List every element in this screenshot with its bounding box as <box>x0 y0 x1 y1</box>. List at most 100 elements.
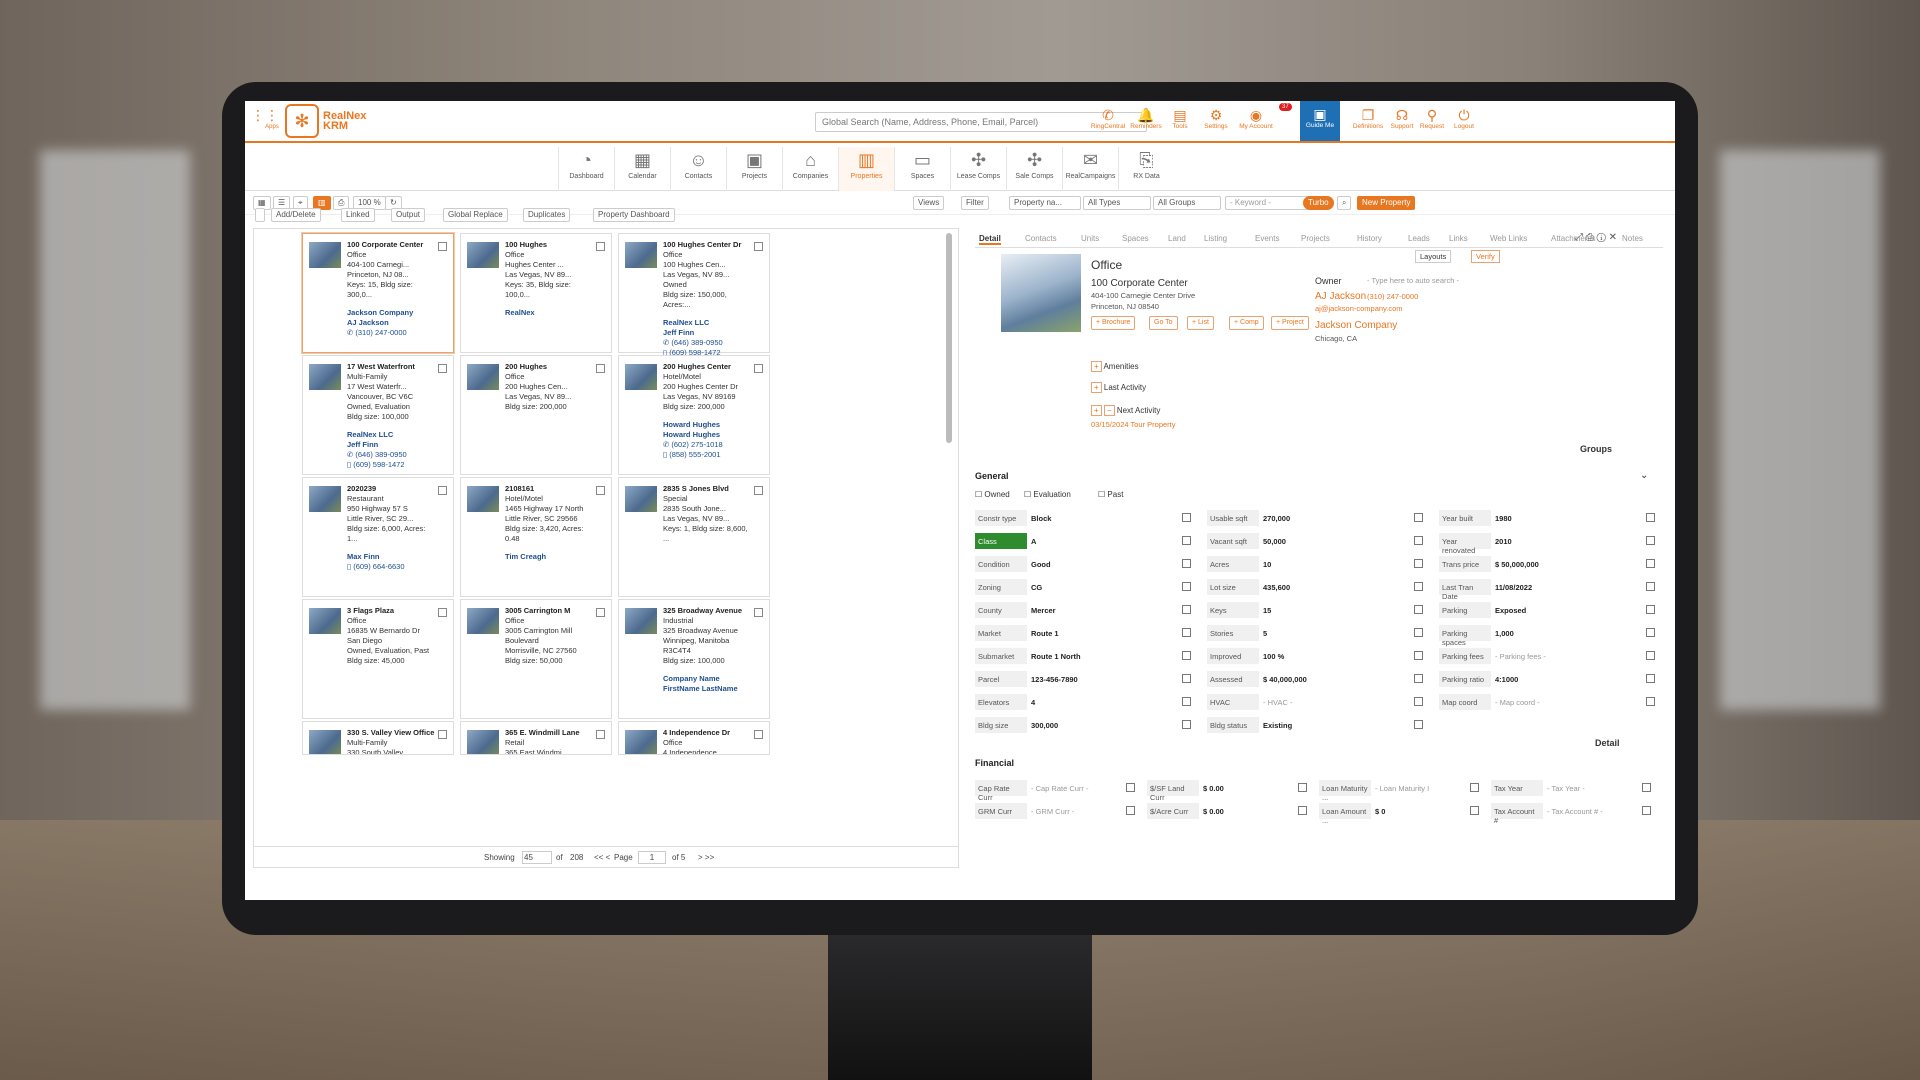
field-picker-icon[interactable] <box>1182 697 1191 706</box>
page-number-input[interactable]: 1 <box>638 851 666 864</box>
module-calendar[interactable]: ▦ Calendar <box>614 147 670 191</box>
field-stories[interactable]: Stories 5 <box>1207 625 1427 641</box>
card-checkbox[interactable] <box>438 608 447 617</box>
financial-field[interactable]: GRM Curr - GRM Curr - <box>975 803 1139 819</box>
field-picker-icon[interactable] <box>1182 582 1191 591</box>
card-company-link[interactable]: Howard Hughes <box>663 420 753 430</box>
property-card[interactable]: 330 S. Valley View Office Multi-Family 330… <box>302 721 454 755</box>
module-projects[interactable]: ▣ Projects <box>726 147 782 191</box>
card-contact-link[interactable]: AJ Jackson <box>347 318 437 328</box>
detail-tab-units[interactable]: Units <box>1081 234 1099 243</box>
module-lease-comps[interactable]: ✣ Lease Comps <box>950 147 1006 191</box>
next-activity-item[interactable]: 03/15/2024 Tour Property <box>1091 420 1176 429</box>
field-picker-icon[interactable] <box>1182 536 1191 545</box>
list-toolbar-button[interactable]: Linked <box>341 208 375 222</box>
detail-action-button[interactable]: Go To <box>1149 316 1178 330</box>
module-spaces[interactable]: ▭ Spaces <box>894 147 950 191</box>
field-trans-price[interactable]: Trans price $ 50,000,000 <box>1439 556 1659 572</box>
property-card[interactable]: 200 Hughes Center Hotel/Motel 200 Hughes C… <box>618 355 770 475</box>
field-assessed[interactable]: Assessed $ 40,000,000 <box>1207 671 1427 687</box>
detail-tab-projects[interactable]: Projects <box>1301 234 1330 243</box>
card-checkbox[interactable] <box>596 242 605 251</box>
select-all-checkbox[interactable] <box>255 208 265 222</box>
property-card[interactable]: 4 Independence Dr Office 4 Independence ..… <box>618 721 770 755</box>
module-companies[interactable]: ⌂ Companies <box>782 147 838 191</box>
detail-action-button[interactable]: + Brochure <box>1091 316 1136 330</box>
field-picker-icon[interactable] <box>1642 806 1651 815</box>
field-constr-type[interactable]: Constr type Block <box>975 510 1195 526</box>
financial-field[interactable]: $/SF Land Curr $ 0.00 <box>1147 780 1311 802</box>
detail-tab-spaces[interactable]: Spaces <box>1122 234 1149 243</box>
pager-next-icon[interactable]: > >> <box>698 853 714 862</box>
property-card[interactable]: 365 E. Windmill Lane Retail 365 East Windm… <box>460 721 612 755</box>
card-company-link[interactable]: RealNex <box>505 308 595 318</box>
guide-button[interactable]: ▣ Guide Me <box>1300 101 1340 141</box>
detail-action-button[interactable]: + List <box>1187 316 1214 330</box>
field-picker-icon[interactable] <box>1182 651 1191 660</box>
field-last-tran-date[interactable]: Last Tran Date 11/08/2022 <box>1439 579 1659 601</box>
flag-checkbox[interactable]: ☐ Evaluation <box>1024 490 1071 499</box>
amenities-row[interactable]: + Amenities <box>1091 361 1139 372</box>
card-company-link[interactable]: RealNex LLC <box>347 430 437 440</box>
field-lot-size[interactable]: Lot size 435,600 <box>1207 579 1427 595</box>
detail-tab-events[interactable]: Events <box>1255 234 1279 243</box>
property-card[interactable]: 100 Hughes Center Dr Office 100 Hughes Cen… <box>618 233 770 357</box>
account-button[interactable]: ◉ My Account <box>1238 107 1274 130</box>
field-picker-icon[interactable] <box>1414 582 1423 591</box>
list-toolbar-button[interactable]: Output <box>391 208 426 222</box>
financial-field[interactable]: Loan Amount ... $ 0 <box>1319 803 1483 825</box>
field-map-coord[interactable]: Map coord - Map coord - <box>1439 694 1659 710</box>
financial-field[interactable]: Tax Year - Tax Year - <box>1491 780 1655 796</box>
list-toolbar-button[interactable]: Add/Delete <box>271 208 321 222</box>
plus-icon[interactable]: + <box>1091 382 1102 393</box>
list-toolbar-button[interactable]: Duplicates <box>523 208 571 222</box>
field-bldg-status[interactable]: Bldg status Existing <box>1207 717 1427 733</box>
field-usable-sqft[interactable]: Usable sqft 270,000 <box>1207 510 1427 526</box>
chevron-down-icon[interactable]: ⌄ <box>1640 470 1648 481</box>
plus-icon[interactable]: + <box>1091 405 1102 416</box>
last-activity-row[interactable]: + Last Activity <box>1091 382 1146 393</box>
card-contact-link[interactable]: Jeff Finn <box>663 328 753 338</box>
field-picker-icon[interactable] <box>1470 806 1479 815</box>
module-dashboard[interactable]: ◔ Dashboard <box>558 147 614 191</box>
card-checkbox[interactable] <box>754 242 763 251</box>
field-parking-spaces[interactable]: Parking spaces 1,000 <box>1439 625 1659 647</box>
tools-button[interactable]: ▤ Tools <box>1162 107 1198 130</box>
property-card[interactable]: 100 Corporate Center Office 404-100 Carneg… <box>302 233 454 353</box>
new-property-button[interactable]: New Property <box>1357 196 1416 210</box>
card-company-link[interactable]: RealNex LLC <box>663 318 753 328</box>
panel-window-icons[interactable]: ⤢ ⎙ ⓘ ✕ <box>1575 232 1617 243</box>
field-condition[interactable]: Condition Good <box>975 556 1195 572</box>
card-contact-link[interactable]: Max Finn <box>347 552 437 562</box>
field-keys[interactable]: Keys 15 <box>1207 602 1427 618</box>
field-bldg-size[interactable]: Bldg size 300,000 <box>975 717 1195 733</box>
detail-tab-contacts[interactable]: Contacts <box>1025 234 1057 243</box>
property-card[interactable]: 325 Broadway Avenue Industrial 325 Broadwa… <box>618 599 770 719</box>
field-market[interactable]: Market Route 1 <box>975 625 1195 641</box>
property-card[interactable]: 2835 S Jones Blvd Special 2835 South Jone.… <box>618 477 770 597</box>
list-toolbar-button[interactable]: Property Dashboard <box>593 208 675 222</box>
owner-email[interactable]: aj@jackson-company.com <box>1315 304 1403 313</box>
field-submarket[interactable]: Submarket Route 1 North <box>975 648 1195 664</box>
detail-tab-listing[interactable]: Listing <box>1204 234 1227 243</box>
card-checkbox[interactable] <box>754 486 763 495</box>
detail-tab-notes[interactable]: Notes <box>1622 234 1643 243</box>
module-rx-data[interactable]: ⎘ RX Data <box>1118 147 1174 191</box>
field-picker-icon[interactable] <box>1182 674 1191 683</box>
card-checkbox[interactable] <box>596 730 605 739</box>
card-checkbox[interactable] <box>596 364 605 373</box>
card-mobile[interactable]: ▯ (609) 598-1472 <box>347 460 437 470</box>
groups-dropdown[interactable]: All Groups <box>1153 196 1221 210</box>
turbo-toggle[interactable]: Turbo <box>1303 196 1334 210</box>
module-realcampaigns[interactable]: ✉ RealCampaigns <box>1062 147 1118 191</box>
field-picker-icon[interactable] <box>1414 536 1423 545</box>
list-toolbar-button[interactable]: Global Replace <box>443 208 508 222</box>
module-properties[interactable]: ▥ Properties <box>838 147 894 191</box>
property-card[interactable]: 2108161 Hotel/Motel 1465 Highway 17 North L… <box>460 477 612 597</box>
card-checkbox[interactable] <box>438 364 447 373</box>
module-sale-comps[interactable]: ✣ Sale Comps <box>1006 147 1062 191</box>
plus-icon[interactable]: + <box>1091 361 1102 372</box>
logout-button[interactable]: ⏻ Logout <box>1446 107 1482 130</box>
field-picker-icon[interactable] <box>1298 783 1307 792</box>
card-contact-link[interactable]: Jeff Finn <box>347 440 437 450</box>
